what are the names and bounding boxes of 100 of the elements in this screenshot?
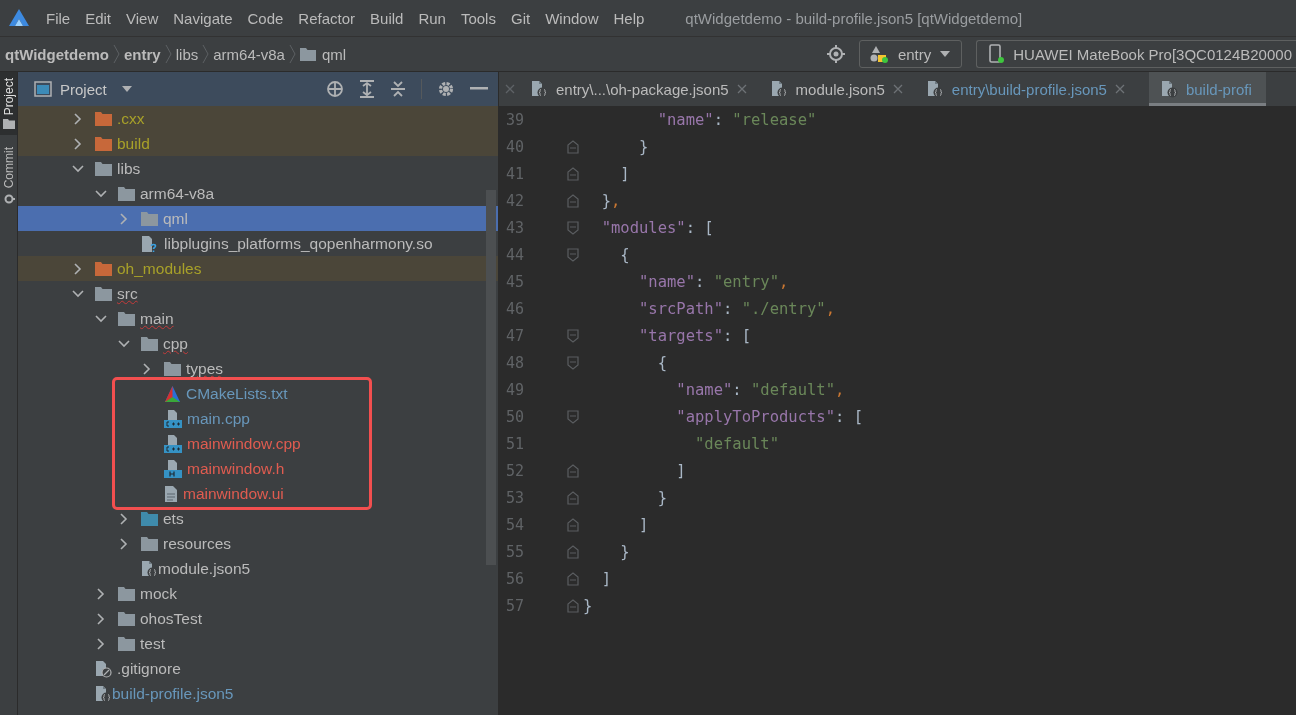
editor-tab[interactable]: module.json5 [770, 72, 917, 106]
menu-item[interactable]: Window [545, 9, 599, 27]
breadcrumb-item[interactable]: libs [175, 45, 199, 63]
fold-marker-icon[interactable] [567, 355, 579, 370]
chevron-right-icon[interactable] [120, 512, 128, 525]
minimize-icon[interactable] [470, 87, 488, 91]
tree-item[interactable]: main.cpp [187, 409, 250, 428]
chevron-right-icon[interactable] [143, 362, 151, 375]
close-icon[interactable] [1114, 84, 1125, 94]
header-file-icon [164, 459, 182, 478]
tree-item[interactable]: ets [163, 509, 184, 528]
tree-item[interactable]: libplugins_platforms_qopenharmony.so [164, 234, 433, 253]
folder-icon [118, 186, 135, 201]
tree-item[interactable]: module.json5 [158, 559, 251, 578]
menu-item[interactable]: Edit [85, 9, 112, 27]
menu-item[interactable]: Git [510, 9, 531, 27]
caret-icon[interactable] [120, 85, 133, 93]
tree-item[interactable]: .cxx [117, 109, 145, 128]
chevron-down-icon[interactable] [118, 339, 130, 348]
fold-marker-icon[interactable] [567, 517, 579, 532]
menu-item[interactable]: Tools [460, 9, 496, 27]
tree-item[interactable]: cpp [163, 334, 188, 353]
breadcrumb-item[interactable]: entry [124, 45, 161, 63]
fold-marker-icon[interactable] [567, 571, 579, 586]
editor-tab[interactable]: entry\...\oh-package.json5 [531, 72, 761, 106]
chevron-right-icon[interactable] [97, 612, 105, 625]
menu-item[interactable]: Help [613, 9, 645, 27]
panel-title[interactable]: Project [60, 80, 107, 98]
close-icon[interactable] [892, 84, 903, 94]
settings-icon[interactable] [437, 80, 455, 98]
chevron-down-icon[interactable] [95, 314, 107, 323]
fold-marker-icon[interactable] [567, 139, 579, 154]
folder-icon [141, 336, 158, 351]
unknown-file-icon [141, 234, 159, 253]
side-tab[interactable]: Commit [0, 141, 17, 211]
chevron-right-icon[interactable] [97, 637, 105, 650]
menu-item[interactable]: Refactor [298, 9, 356, 27]
chevron-right-icon[interactable] [120, 537, 128, 550]
breadcrumb-item[interactable]: arm64-v8a [213, 45, 285, 63]
code-line: } [619, 542, 630, 561]
side-tab[interactable]: Project [0, 72, 17, 136]
fold-marker-icon[interactable] [567, 409, 579, 424]
menu-item[interactable]: File [46, 9, 71, 27]
chevron-right-icon[interactable] [74, 137, 82, 150]
scrollbar[interactable] [486, 190, 496, 565]
locate-icon[interactable] [826, 45, 845, 63]
tree-item[interactable]: main [140, 309, 174, 328]
tree-item[interactable]: build [117, 134, 150, 153]
code-line: "name": "release" [656, 110, 817, 129]
chevron-right-icon[interactable] [97, 587, 105, 600]
fold-marker-icon[interactable] [567, 544, 579, 559]
chevron-right-icon[interactable] [74, 262, 82, 275]
close-icon[interactable] [736, 84, 747, 94]
fold-marker-icon[interactable] [567, 598, 579, 613]
menu-item[interactable]: Navigate [173, 9, 233, 27]
tree-item[interactable]: mainwindow.cpp [187, 434, 301, 453]
phone-icon [987, 44, 1006, 64]
chevron-icon [288, 44, 296, 64]
tree-item[interactable]: oh_modules [117, 259, 202, 278]
menu-item[interactable]: Build [370, 9, 404, 27]
tree-item[interactable]: CMakeLists.txt [186, 384, 288, 403]
fold-marker-icon[interactable] [567, 490, 579, 505]
chevron-right-icon[interactable] [74, 112, 82, 125]
menu-item[interactable]: Code [247, 9, 284, 27]
chevron-right-icon[interactable] [120, 212, 128, 225]
tree-item[interactable]: types [186, 359, 224, 378]
tree-item[interactable]: src [117, 284, 138, 303]
breadcrumb-item[interactable]: qtWidgetdemo [5, 45, 110, 63]
menu-item[interactable]: Run [418, 9, 446, 27]
tree-item[interactable]: arm64-v8a [140, 184, 215, 203]
cpp-file-icon [164, 409, 182, 428]
chevron-down-icon[interactable] [72, 164, 84, 173]
tree-item[interactable]: .gitignore [117, 659, 181, 678]
menu-item[interactable]: View [126, 9, 159, 27]
tree-item[interactable]: mainwindow.ui [183, 484, 284, 503]
chevron-down-icon[interactable] [72, 289, 84, 298]
device-dropdown[interactable]: HUAWEI MateBook Pro[3QC0124B20000 [976, 40, 1296, 68]
tree-item[interactable]: libs [117, 159, 141, 178]
tree-item[interactable]: build-profile.json5 [112, 684, 234, 703]
fold-marker-icon[interactable] [567, 328, 579, 343]
locate-icon[interactable] [326, 80, 344, 98]
expand-all-icon[interactable] [359, 80, 375, 98]
chevron-down-icon[interactable] [95, 189, 107, 198]
fold-marker-icon[interactable] [567, 463, 579, 478]
tree-item[interactable]: test [140, 634, 165, 653]
code-line: "default" [694, 434, 779, 453]
editor-tab[interactable]: entry\build-profile.json5 [926, 72, 1139, 106]
tree-item[interactable]: resources [163, 534, 232, 553]
fold-marker-icon[interactable] [567, 166, 579, 181]
tree-item[interactable]: ohosTest [140, 609, 203, 628]
run-config-dropdown[interactable]: entry [858, 40, 963, 68]
breadcrumb-item[interactable]: qml [321, 45, 347, 63]
line-number: 50 [504, 407, 524, 426]
fold-marker-icon[interactable] [567, 220, 579, 235]
line-number: 44 [504, 245, 524, 264]
fold-marker-icon[interactable] [567, 247, 579, 262]
tree-item[interactable]: mainwindow.h [187, 459, 285, 478]
fold-marker-icon[interactable] [567, 193, 579, 208]
tree-item[interactable]: mock [140, 584, 178, 603]
collapse-all-icon[interactable] [390, 80, 406, 98]
